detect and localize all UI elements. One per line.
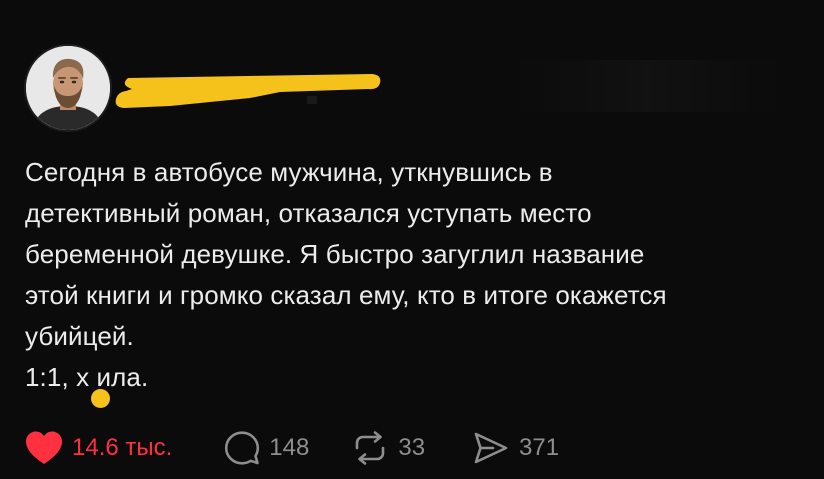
- post-text-line: 1:1, х ила.: [25, 362, 149, 392]
- repost-count: 33: [398, 434, 426, 461]
- redaction-dot: [91, 389, 110, 408]
- heart-icon: [26, 431, 62, 464]
- username-redaction: [115, 74, 381, 108]
- post-text-line: Сегодня в автобусе мужчина, уткнувшись в: [25, 157, 553, 187]
- repost-button[interactable]: 33: [353, 428, 425, 468]
- post-card: Сегодня в автобусе мужчина, уткнувшись в…: [0, 0, 824, 479]
- avatar[interactable]: [24, 44, 112, 132]
- header-ghost-area: [512, 60, 782, 112]
- comment-count: 148: [269, 434, 310, 461]
- post-text-line: детективный роман, отказался уступать ме…: [25, 198, 592, 228]
- comment-bubble-icon: [225, 431, 260, 465]
- like-button[interactable]: 14.6 тыс.: [24, 428, 172, 468]
- post-text-line: беременной девушке. Я быстро загуглил на…: [25, 239, 645, 269]
- like-count: 14.6 тыс.: [72, 434, 173, 461]
- avatar-image: [26, 46, 110, 130]
- share-button[interactable]: 371: [473, 428, 559, 468]
- post-text-line: этой книги и громко сказал ему, кто в ит…: [25, 280, 667, 310]
- post-text: Сегодня в автобусе мужчина, уткнувшись в…: [25, 152, 805, 398]
- share-count: 371: [519, 434, 560, 461]
- repost-arrows-icon: [356, 431, 385, 465]
- timestamp-placeholder: [307, 96, 317, 104]
- post-text-line: убийцей.: [25, 321, 134, 351]
- action-bar: 14.6 тыс. 148 33 371: [24, 428, 559, 468]
- send-icon: [474, 432, 508, 464]
- comment-button[interactable]: 148: [224, 428, 309, 468]
